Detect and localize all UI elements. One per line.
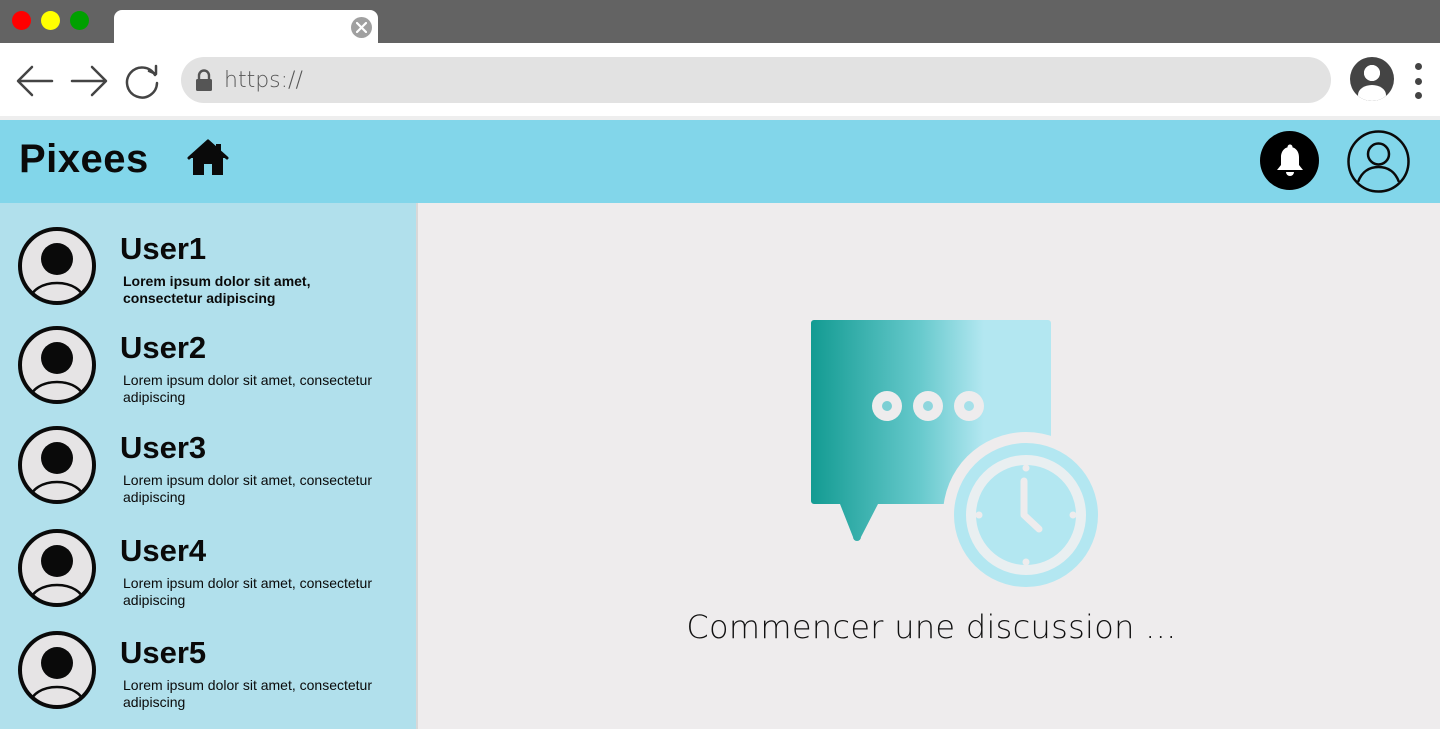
- conversation-preview: Lorem ipsum dolor sit amet, consectetur …: [123, 273, 311, 306]
- window-minimize-button[interactable]: [41, 11, 60, 30]
- address-bar[interactable]: https://: [181, 57, 1331, 103]
- conversation-item[interactable]: User4 Lorem ipsum dolor sit amet, consec…: [0, 528, 416, 624]
- window-close-button[interactable]: [12, 11, 31, 30]
- avatar: [18, 631, 96, 709]
- kebab-menu-icon[interactable]: [1408, 63, 1428, 99]
- app-header: Pixees: [0, 120, 1440, 203]
- conversation-preview: Lorem ipsum dolor sit amet, consectetur …: [123, 677, 372, 710]
- browser-tab[interactable]: [114, 10, 378, 44]
- conversation-item[interactable]: User3 Lorem ipsum dolor sit amet, consec…: [0, 425, 416, 521]
- chat-main-panel: Commencer une discussion ...: [418, 203, 1440, 729]
- conversation-preview: Lorem ipsum dolor sit amet, consectetur …: [123, 472, 372, 505]
- brand-logo[interactable]: Pixees: [19, 137, 149, 182]
- reload-icon[interactable]: [122, 61, 162, 101]
- conversation-name: User1: [120, 231, 207, 266]
- conversation-item[interactable]: User1 Lorem ipsum dolor sit amet, consec…: [0, 226, 416, 322]
- home-icon[interactable]: [187, 139, 229, 177]
- conversation-name: User3: [120, 430, 207, 465]
- conversation-name: User4: [120, 533, 207, 568]
- empty-state-message: Commencer une discussion ...: [686, 608, 1177, 646]
- lock-icon: [195, 69, 213, 97]
- browser-title-bar: [0, 0, 1440, 44]
- avatar: [18, 426, 96, 504]
- conversation-preview: Lorem ipsum dolor sit amet, consectetur …: [123, 575, 372, 608]
- chat-bubble-clock-icon: [811, 320, 1102, 591]
- avatar: [18, 529, 96, 607]
- conversation-preview: Lorem ipsum dolor sit amet, consectetur …: [123, 372, 372, 405]
- conversation-item[interactable]: User2 Lorem ipsum dolor sit amet, consec…: [0, 325, 416, 421]
- conversation-name: User2: [120, 330, 207, 365]
- back-arrow-icon[interactable]: [15, 61, 55, 101]
- forward-arrow-icon[interactable]: [69, 61, 109, 101]
- avatar: [18, 326, 96, 404]
- address-bar-input[interactable]: https://: [224, 68, 303, 93]
- conversation-name: User5: [120, 635, 207, 670]
- bell-icon[interactable]: [1260, 131, 1319, 190]
- avatar: [18, 227, 96, 305]
- window-maximize-button[interactable]: [70, 11, 89, 30]
- browser-window: https:// Pixees User1 Lorem ipsum dolor …: [0, 0, 1440, 729]
- browser-toolbar: https://: [0, 43, 1440, 118]
- user-circle-icon[interactable]: [1346, 129, 1411, 194]
- conversation-sidebar: User1 Lorem ipsum dolor sit amet, consec…: [0, 203, 418, 729]
- conversation-item[interactable]: User5 Lorem ipsum dolor sit amet, consec…: [0, 630, 416, 726]
- close-circle-icon[interactable]: [351, 17, 372, 38]
- account-icon[interactable]: [1350, 57, 1394, 101]
